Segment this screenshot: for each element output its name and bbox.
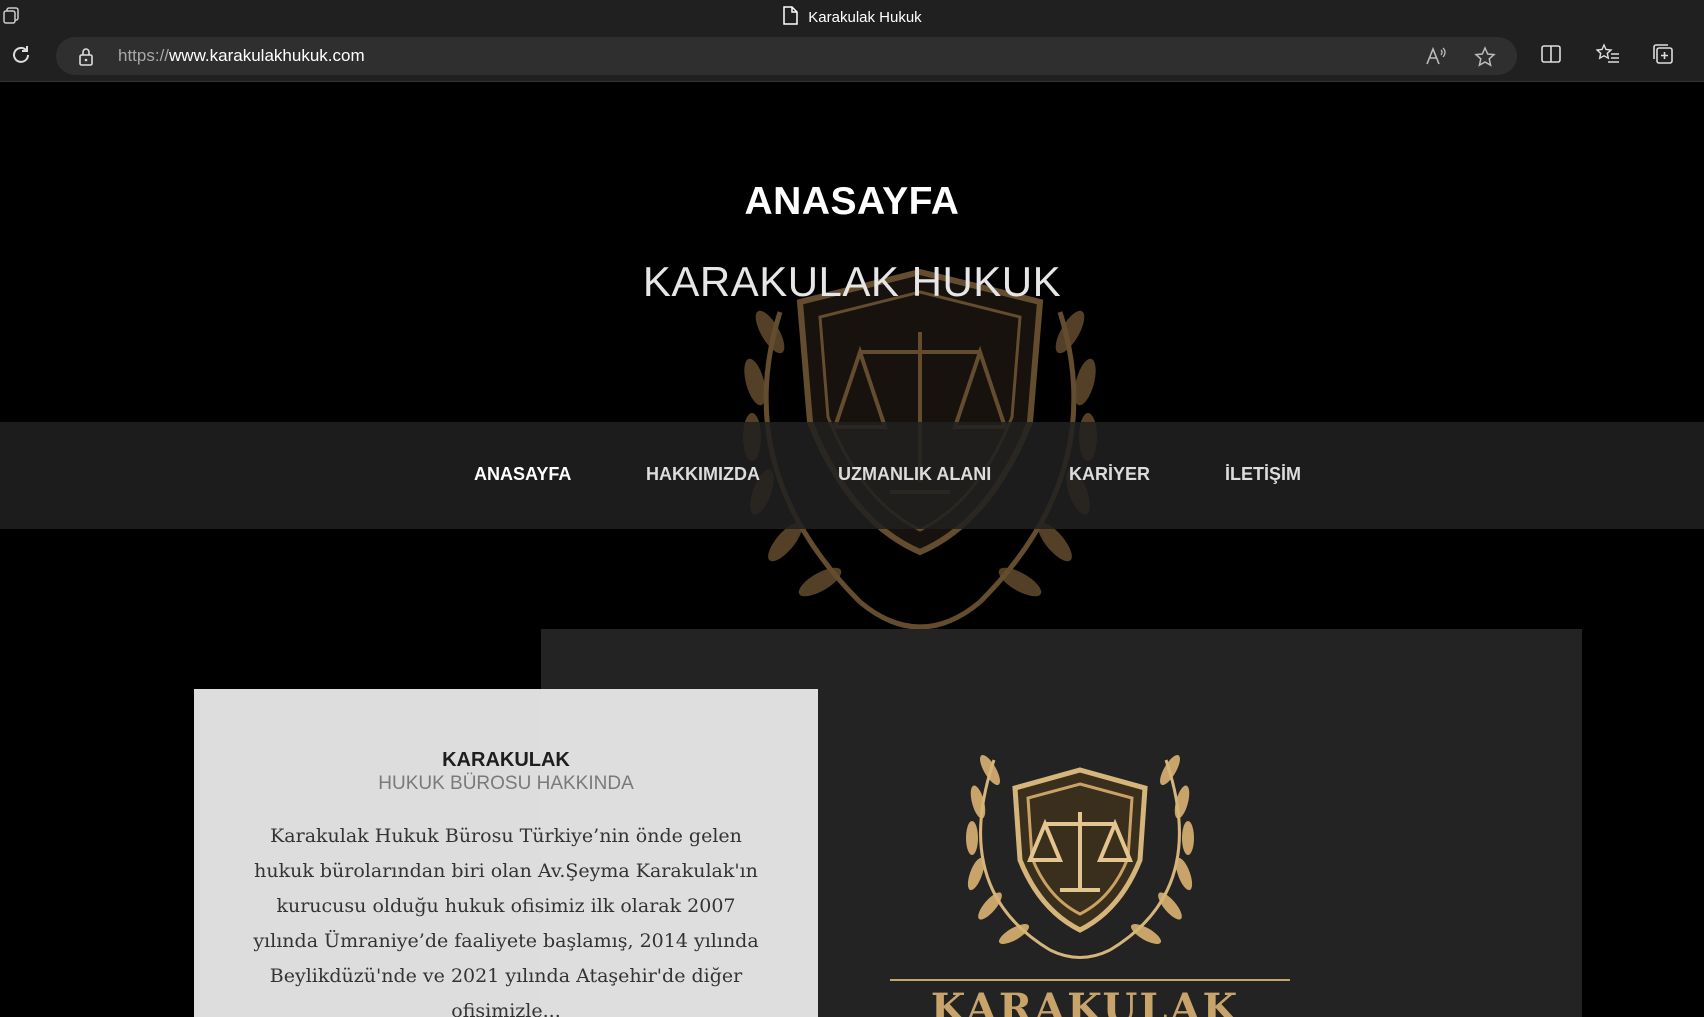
about-subtitle: HUKUK BÜROSU HAKKINDA [378, 773, 634, 794]
karakulak-logo-image: KARAKULAK [890, 754, 1290, 1017]
favorite-star-icon[interactable] [1474, 46, 1496, 73]
nav-item-uzmanlik-alani[interactable]: UZMANLIK ALANI [838, 464, 991, 485]
nav-item-kariyer[interactable]: KARİYER [1069, 464, 1150, 485]
url-text[interactable]: https://www.karakulakhukuk.com [118, 46, 365, 66]
about-text: Karakulak Hukuk Bürosu Türkiye’nin önde … [253, 825, 759, 1017]
logo-wordmark: KARAKULAK [931, 985, 1240, 1017]
collections-icon[interactable] [1652, 43, 1674, 70]
document-icon [782, 6, 799, 29]
browser-titlebar: Karakulak Hukuk [0, 0, 1704, 30]
read-aloud-icon[interactable] [1425, 46, 1447, 71]
lock-icon[interactable] [78, 47, 94, 71]
nav-item-iletisim[interactable]: İLETİŞİM [1225, 464, 1301, 485]
refresh-icon[interactable] [10, 44, 32, 71]
url-host: www.karakulakhukuk.com [169, 46, 365, 65]
address-bar[interactable]: https://www.karakulakhukuk.com [56, 37, 1517, 75]
about-title: KARAKULAK [442, 749, 570, 771]
browser-toolbar: https://www.karakulakhukuk.com [0, 30, 1704, 82]
browser-tab[interactable]: Karakulak Hukuk [0, 6, 1704, 29]
main-navigation: ANASAYFA HAKKIMIZDA UZMANLIK ALANI KARİY… [0, 422, 1704, 529]
nav-item-anasayfa[interactable]: ANASAYFA [474, 464, 571, 485]
tab-title-text: Karakulak Hukuk [808, 9, 922, 26]
url-protocol: https:// [118, 46, 170, 65]
nav-item-hakkimizda[interactable]: HAKKIMIZDA [646, 464, 760, 485]
split-screen-icon[interactable] [1540, 43, 1562, 70]
about-card: KARAKULAK HUKUK BÜROSU HAKKINDA Karakula… [194, 689, 818, 1017]
favorites-list-icon[interactable] [1595, 43, 1620, 70]
hero-title: ANASAYFA [744, 180, 960, 223]
web-page: ANASAYFA KARAKULAK HUKUK ANASAYFA HAKKIM… [0, 82, 1704, 1017]
hero-subtitle: KARAKULAK HUKUK [642, 258, 1062, 305]
